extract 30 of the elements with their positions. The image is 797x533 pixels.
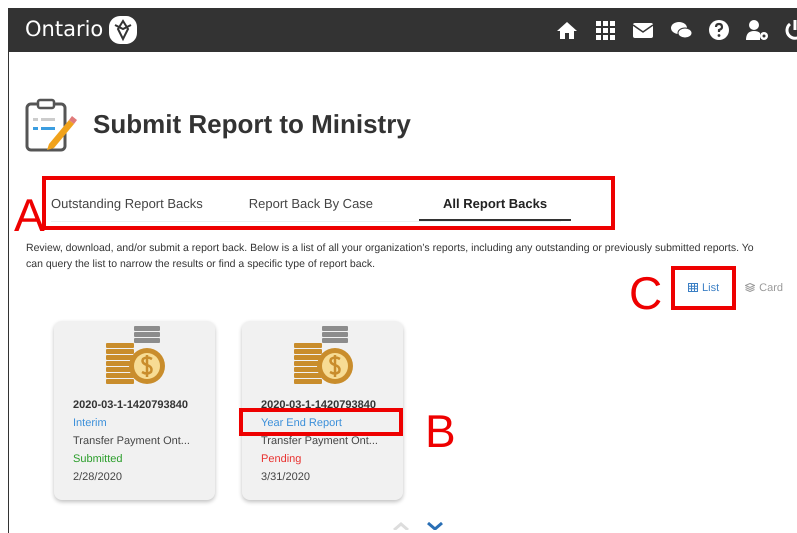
organization-name: Transfer Payment Ont... <box>261 434 379 449</box>
trillium-logo-icon <box>108 15 138 45</box>
report-type: Interim <box>73 416 107 431</box>
view-toggle-button[interactable]: List <box>688 280 720 296</box>
help-icon[interactable] <box>707 18 731 42</box>
apps-grid-icon[interactable] <box>593 18 617 42</box>
highlight-frame <box>671 266 736 310</box>
callout-letter: B <box>425 408 456 454</box>
tab[interactable]: Report Back By Case <box>248 194 374 220</box>
report-date: 3/31/2020 <box>261 470 311 485</box>
layers-icon <box>745 283 756 292</box>
clipboard-icon <box>23 98 77 152</box>
description-text: Review, download, and/or submit a report back. Below is a list of all your organization’s reports, including any outstanding or previously submitted reports. Yo can query the list to narrow the results or find a specific type of report back. <box>26 240 755 272</box>
report-id: 2020-03-1-1420793840 <box>73 398 189 413</box>
tab[interactable]: All Report Backs <box>419 194 572 220</box>
user-gear-icon[interactable] <box>745 18 769 42</box>
status-text: Submitted <box>73 452 124 467</box>
tab[interactable]: Outstanding Report Backs <box>51 194 203 220</box>
brand-name: Ontario <box>25 16 104 44</box>
report-date: 2/28/2020 <box>73 470 123 485</box>
chevron-down-icon[interactable] <box>426 522 444 530</box>
report-card[interactable]: 2020-03-1-1420793840 Interim Transfer Payment Ont... Submitted 2/28/2020 <box>54 321 215 500</box>
organization-name: Transfer Payment Ont... <box>73 434 191 449</box>
report-type: Year End Report <box>261 416 342 431</box>
table-icon <box>688 283 698 292</box>
page-title: Submit Report to Ministry <box>93 109 411 141</box>
report-id: 2020-03-1-1420793840 <box>261 398 377 413</box>
report-card[interactable]: 2020-03-1-1420793840 Year End Report Transfer Payment Ont... Pending 3/31/2020 <box>242 321 403 500</box>
status-text: Pending <box>261 452 302 467</box>
callout-letter: C <box>629 270 662 316</box>
